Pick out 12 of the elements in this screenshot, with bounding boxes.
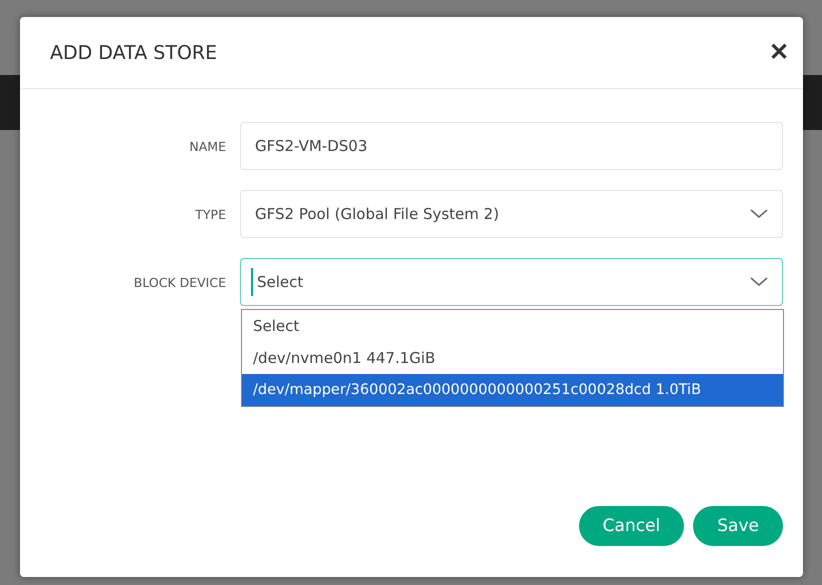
select-field[interactable]: GFS2 Pool (Global File System 2) [240,190,783,238]
field-label: NAME [188,138,227,154]
chevron-down-icon [750,277,768,287]
dialog-title: ADD DATA STORE [50,42,218,64]
dropdown-option[interactable]: Select [242,310,783,342]
input-field[interactable]: GFS2-VM-DS03 [240,122,783,170]
dropdown-option[interactable]: /dev/mapper/360002ac0000000000000251c00028dcd 1.0TiB [242,374,783,406]
field-label: TYPE [194,206,227,222]
field-label: BLOCK DEVICE [132,274,227,290]
chevron-down-icon [750,209,768,219]
dropdown-option[interactable]: /dev/nvme0n1 447.1GiB [242,342,783,374]
close-button[interactable]: ✕ [769,38,789,67]
